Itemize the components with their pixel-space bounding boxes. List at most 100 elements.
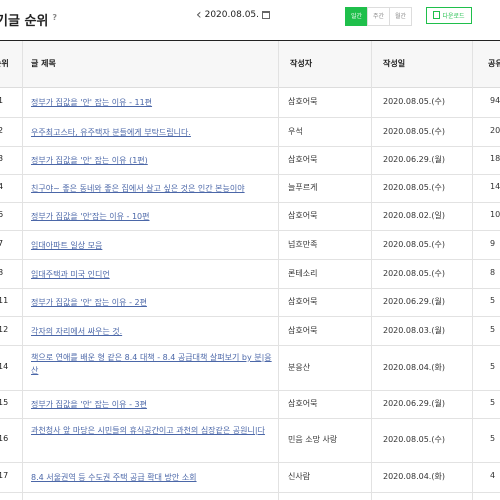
date-cell: 2020.06.29.(월)	[383, 399, 445, 408]
post-title-link[interactable]: 8.4 서울권역 등 수도권 주택 공급 확대 방안 소회	[31, 471, 197, 484]
date-cell: 2020.08.04.(화)	[383, 472, 445, 481]
rank-cell: 3	[0, 154, 4, 163]
table-row: 8 임대주택과 미국 인디언 론테소리 2020.08.05.(수) 8	[0, 259, 500, 289]
post-title-link[interactable]: 임대주택과 미국 인디언	[31, 268, 110, 281]
column-divider	[371, 41, 372, 500]
post-title-link[interactable]: 우주최고스타, 유주택자 분들에게 부탁드립니다.	[31, 126, 191, 139]
date-cell: 2020.06.29.(월)	[383, 155, 445, 164]
shares-cell: 9	[490, 238, 496, 248]
shares-cell: 5	[490, 398, 496, 407]
header-subject: 글 제목	[31, 59, 56, 68]
post-title-link[interactable]: 임대아파트 일상 모음	[31, 239, 102, 252]
post-title-link[interactable]: 정부가 집값을 '안'잡는 이유 - 10편	[31, 210, 150, 223]
author-cell: 넘흐만족	[288, 239, 318, 249]
rank-cell: 12	[0, 324, 9, 334]
period-tabs: 일간 주간 월간	[345, 7, 412, 26]
shares-cell: 20	[490, 125, 500, 135]
date-cell: 2020.08.03.(월)	[383, 325, 445, 335]
date-cell: 2020.08.05.(수)	[383, 97, 445, 106]
current-date: 2020.08.05.	[204, 10, 260, 20]
date-cell: 2020.08.05.(수)	[383, 268, 445, 278]
post-title-link[interactable]: 과천청사 앞 마당은 시민들의 휴식공간이고 과천의 심장같은 공원니|다	[31, 424, 276, 437]
table-row: 1 정부가 집값을 '안' 잡는 이유 - 11편 삼호어묵 2020.08.05.(…	[0, 87, 500, 118]
post-title-link[interactable]: 정부가 집값을 '안' 잡는 이유 - 3편	[31, 398, 147, 411]
post-title-link[interactable]: 친구야~ 좋은 동네와 좋은 집에서 살고 싶은 것은 인간 본능이야	[31, 182, 245, 195]
post-title-link[interactable]: 각자의 자리에서 싸우는 것.	[31, 325, 122, 338]
header-rank: 순위	[0, 59, 9, 68]
shares-cell: 5	[490, 361, 496, 371]
tab-monthly[interactable]: 월간	[389, 7, 412, 26]
date-cell: 2020.08.05.(수)	[383, 435, 445, 444]
table-header: 순위 글 제목 작성자 작성일 공유	[0, 41, 500, 88]
rank-cell: 11	[0, 296, 9, 305]
download-label: 다운로드	[442, 13, 465, 20]
table-row: 11 정부가 집값을 '안' 잡는 이유 - 2편 삼호어묵 2020.06.29.(…	[0, 288, 500, 317]
rank-cell: 8	[0, 267, 4, 277]
header-date: 작성일	[383, 59, 406, 68]
author-cell: 늘푸르게	[288, 183, 318, 192]
table-row: 15 정부가 집값을 '안' 잡는 이유 - 3편 삼호어묵 2020.06.29.(…	[0, 390, 500, 419]
author-cell: 삼호어묵	[288, 211, 318, 220]
date-cell: 2020.08.05.(수)	[383, 183, 445, 192]
shares-cell: 8	[490, 267, 496, 277]
shares-cell: 5	[490, 324, 496, 334]
author-cell: 삼호어묵	[288, 325, 318, 335]
column-divider	[278, 41, 279, 500]
date-cell: 2020.08.05.(수)	[383, 126, 445, 136]
author-cell: 민음 소망 사랑	[288, 435, 338, 444]
table-row: 14 책으로 연애를 배운 형 같은 8.4 대책 - 8.4 공급대책 살펴보기…	[0, 345, 500, 391]
table-row: 3 정부가 집값을 '안' 잡는 이유 (1편) 삼호어묵 2020.06.29.(월…	[0, 146, 500, 175]
rank-cell: 2	[0, 125, 4, 135]
table-row: 6 정부가 집값을 '안'잡는 이유 - 10편 삼호어묵 2020.08.02.(일…	[0, 202, 500, 231]
author-cell: 분응산	[288, 362, 311, 372]
author-cell: 삼호어묵	[288, 399, 318, 408]
table-row: 7 임대아파트 일상 모음 넘흐만족 2020.08.05.(수) 9	[0, 230, 500, 260]
table-row: 2 우주최고스타, 유주택자 분들에게 부탁드립니다. 우석 2020.08.05.(…	[0, 117, 500, 147]
date-cell: 2020.08.05.(수)	[383, 239, 445, 249]
author-cell: 삼호어묵	[288, 155, 318, 164]
shares-cell: 18	[490, 154, 500, 163]
file-icon	[433, 11, 441, 19]
table-row: 4 친구야~ 좋은 동네와 좋은 집에서 살고 싶은 것은 인간 본능이야 늘푸르게…	[0, 174, 500, 203]
date-navigator: ‹ 2020.08.05.	[196, 8, 271, 22]
shares-cell: 5	[490, 434, 496, 443]
table-row: 12 각자의 자리에서 싸우는 것. 삼호어묵 2020.08.03.(월) 5	[0, 316, 500, 346]
rank-cell: 15	[0, 398, 9, 407]
rank-cell: 4	[0, 182, 4, 191]
tab-weekly[interactable]: 주간	[367, 7, 390, 26]
date-cell: 2020.06.29.(월)	[383, 297, 445, 306]
help-icon[interactable]: ?	[52, 13, 57, 22]
post-title-link[interactable]: 정부가 집값을 '안' 잡는 이유 - 2편	[31, 296, 147, 309]
table-row: 17 8.4 서울권역 등 수도권 주택 공급 확대 방안 소회 신사람 2020.0…	[0, 462, 500, 493]
chevron-left-icon[interactable]: ‹	[196, 8, 202, 22]
rank-cell: 1	[0, 96, 4, 105]
tab-daily[interactable]: 일간	[345, 7, 368, 26]
shares-cell: 14	[490, 182, 500, 191]
column-divider	[22, 41, 23, 500]
rank-cell: 14	[0, 361, 9, 371]
date-cell: 2020.08.04.(화)	[383, 362, 445, 372]
author-cell: 신사람	[288, 472, 311, 481]
calendar-icon[interactable]	[262, 11, 271, 19]
post-title-link[interactable]: 책으로 연애를 배운 형 같은 8.4 대책 - 8.4 공급대책 살펴보기 b…	[31, 351, 276, 377]
author-cell: 삼호어묵	[288, 97, 318, 106]
rank-cell: 6	[0, 210, 4, 219]
header-shares: 공유	[488, 59, 500, 68]
date-cell: 2020.08.02.(일)	[383, 211, 445, 220]
rank-cell: 17	[0, 471, 9, 480]
download-button[interactable]: 다운로드	[426, 7, 472, 24]
author-cell: 삼호어묵	[288, 297, 318, 306]
shares-cell: 5	[490, 296, 496, 305]
shares-cell: 94	[490, 96, 500, 105]
author-cell: 론테소리	[288, 268, 318, 278]
shares-cell: 4	[490, 471, 496, 480]
shares-cell: 10	[490, 210, 500, 219]
post-title-link[interactable]: 정부가 집값을 '안' 잡는 이유 - 11편	[31, 96, 152, 109]
page-title: 기글 순위?	[0, 10, 57, 29]
rank-cell: 16	[0, 434, 9, 443]
rank-cell: 7	[0, 238, 4, 248]
post-title-link[interactable]: 정부가 집값을 '안' 잡는 이유 (1편)	[31, 154, 148, 167]
table-row: 16 과천청사 앞 마당은 시민들의 휴식공간이고 과천의 심장같은 공원니|다민…	[0, 418, 500, 463]
page-title-text: 기글 순위	[0, 14, 49, 29]
author-cell: 우석	[288, 126, 303, 136]
